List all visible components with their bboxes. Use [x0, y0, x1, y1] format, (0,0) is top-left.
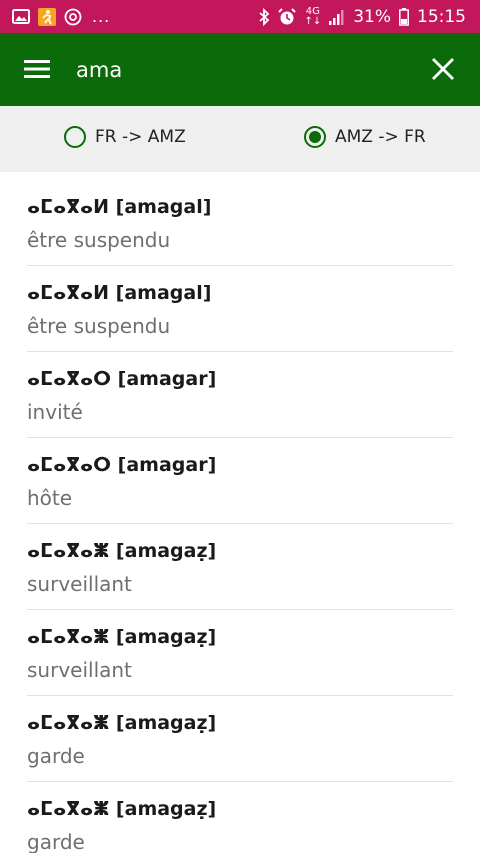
list-item[interactable]: ⴰⵎⴰⴳⴰⵥ [amagaẓ] garde — [27, 696, 453, 782]
hamburger-menu-icon — [24, 60, 50, 78]
network-type-indicator: 4G ↑↓ — [304, 5, 322, 27]
translation-direction-selector: FR -> AMZ AMZ -> FR — [0, 106, 480, 172]
search-app-bar — [0, 33, 480, 106]
list-item[interactable]: ⴰⵎⴰⴳⴰⵍ [amagal] être suspendu — [27, 172, 453, 266]
battery-icon — [399, 7, 409, 26]
result-translation: être suspendu — [27, 314, 171, 338]
more-notifications-indicator: ... — [92, 7, 111, 26]
list-item[interactable]: ⴰⵎⴰⴳⴰⵥ [amagaẓ] garde — [27, 782, 453, 853]
sync-icon — [64, 8, 82, 26]
list-item[interactable]: ⴰⵎⴰⴳⴰⵔ [amagar] hôte — [27, 438, 453, 524]
menu-button[interactable] — [24, 58, 50, 80]
app-notification-icon — [38, 7, 56, 26]
result-term: ⴰⵎⴰⴳⴰⵥ [amagaẓ] — [27, 540, 217, 562]
result-translation: hôte — [27, 486, 73, 510]
radio-label-fr-to-amz: FR -> AMZ — [95, 127, 186, 147]
bluetooth-icon — [258, 7, 270, 26]
result-term: ⴰⵎⴰⴳⴰⵥ [amagaẓ] — [27, 712, 217, 734]
result-translation: garde — [27, 830, 85, 853]
list-item[interactable]: ⴰⵎⴰⴳⴰⵥ [amagaẓ] surveillant — [27, 524, 453, 610]
gallery-icon — [12, 9, 30, 24]
result-term: ⴰⵎⴰⴳⴰⵍ [amagal] — [27, 282, 212, 304]
battery-percent: 31% — [353, 6, 391, 27]
radio-button-unchecked-icon — [64, 126, 86, 148]
results-list[interactable]: ⴰⵎⴰⴳⴰⵍ [amagal] être suspendu ⴰⵎⴰⴳⴰⵍ [am… — [0, 172, 480, 853]
radio-fr-to-amz[interactable]: FR -> AMZ — [64, 126, 186, 148]
clear-search-button[interactable] — [432, 58, 454, 80]
status-left: ... — [12, 7, 110, 26]
radio-button-checked-icon — [304, 126, 326, 148]
result-translation: surveillant — [27, 658, 132, 682]
result-term: ⴰⵎⴰⴳⴰⵥ [amagaẓ] — [27, 798, 217, 820]
result-translation: être suspendu — [27, 228, 171, 252]
radio-selected-dot — [309, 131, 321, 143]
list-item[interactable]: ⴰⵎⴰⴳⴰⵥ [amagaẓ] surveillant — [27, 610, 453, 696]
list-item[interactable]: ⴰⵎⴰⴳⴰⵔ [amagar] invité — [27, 352, 453, 438]
result-term: ⴰⵎⴰⴳⴰⵔ [amagar] — [27, 368, 217, 390]
status-right: 4G ↑↓ 31% 15:15 — [258, 5, 466, 27]
status-bar: ... 4G ↑↓ 31% 15:15 — [0, 0, 480, 33]
close-icon — [432, 58, 454, 80]
result-translation: invité — [27, 400, 83, 424]
result-term: ⴰⵎⴰⴳⴰⵔ [amagar] — [27, 454, 217, 476]
signal-strength-icon — [329, 9, 345, 25]
result-term: ⴰⵎⴰⴳⴰⵥ [amagaẓ] — [27, 626, 217, 648]
list-item[interactable]: ⴰⵎⴰⴳⴰⵍ [amagal] être suspendu — [27, 266, 453, 352]
alarm-icon — [278, 7, 297, 26]
clock: 15:15 — [417, 6, 466, 27]
result-term: ⴰⵎⴰⴳⴰⵍ [amagal] — [27, 196, 212, 218]
search-input[interactable] — [76, 51, 406, 89]
radio-amz-to-fr[interactable]: AMZ -> FR — [304, 126, 426, 148]
radio-label-amz-to-fr: AMZ -> FR — [335, 127, 426, 147]
result-translation: garde — [27, 744, 85, 768]
result-translation: surveillant — [27, 572, 132, 596]
